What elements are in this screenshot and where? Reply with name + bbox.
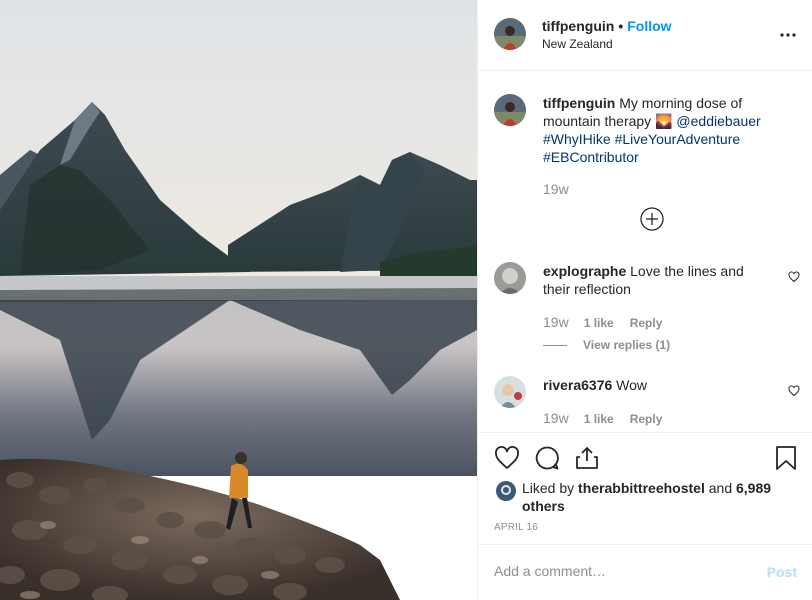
comment-username[interactable]: explographe	[543, 263, 626, 279]
sunrise-emoji: 🌄	[655, 113, 673, 129]
load-more-comments-icon[interactable]	[640, 207, 664, 231]
like-heart-icon[interactable]	[494, 445, 520, 471]
caption-timestamp[interactable]: 19w	[543, 181, 569, 197]
comment-meta: 19w 1 like Reply	[543, 314, 678, 330]
comment-input[interactable]	[494, 563, 734, 579]
comment-username[interactable]: rivera6376	[543, 377, 612, 393]
post-location[interactable]: New Zealand	[542, 37, 613, 51]
caption-mention[interactable]: @eddiebauer	[676, 113, 760, 129]
comment-bubble-icon[interactable]	[534, 445, 560, 471]
caption-username[interactable]: tiffpenguin	[543, 95, 615, 111]
liked-by-middle: and	[704, 480, 736, 496]
author-line: tiffpenguin • Follow	[542, 18, 672, 34]
comment-timestamp[interactable]: 19w	[543, 314, 569, 330]
view-replies-button[interactable]: View replies (1)	[543, 338, 670, 352]
comment-like-heart-icon[interactable]	[788, 271, 800, 283]
post-sidebar: tiffpenguin • Follow New Zealand tiffpengu…	[477, 0, 812, 600]
post-viewer: tiffpenguin • Follow New Zealand tiffpengu…	[0, 0, 812, 600]
author-username[interactable]: tiffpenguin	[542, 18, 614, 34]
add-comment-bar: Post	[478, 544, 812, 600]
liker-avatar[interactable]	[496, 481, 516, 501]
comment-avatar[interactable]	[494, 376, 526, 408]
comment-likes-count[interactable]: 1 like	[584, 316, 614, 330]
follow-button[interactable]: Follow	[627, 18, 671, 34]
comment-body: Wow	[612, 377, 648, 393]
comment-reply-button[interactable]: Reply	[630, 412, 663, 426]
share-upload-icon[interactable]	[574, 445, 600, 471]
hashtag-liveyouradventure[interactable]: #LiveYourAdventure	[615, 131, 741, 147]
comment-like-heart-icon[interactable]	[788, 385, 800, 397]
comment-text: explographe Love the lines and their ref…	[543, 262, 768, 298]
comment-reply-button[interactable]: Reply	[630, 316, 663, 330]
caption-text: tiffpenguin My morning dose of mountain …	[543, 94, 783, 166]
more-horizontal-icon[interactable]	[779, 26, 797, 44]
separator-dot: •	[618, 18, 624, 34]
comment-meta: 19w 1 like Reply	[543, 410, 678, 426]
author-avatar[interactable]	[494, 18, 526, 50]
post-actions: Liked by therabbittreehostel and 6,989 o…	[478, 432, 812, 544]
mountain-lake-photo	[0, 0, 477, 600]
liker-username[interactable]: therabbittreehostel	[578, 480, 705, 496]
comment-timestamp[interactable]: 19w	[543, 410, 569, 426]
replies-divider-line	[543, 344, 567, 346]
comment-text: rivera6376 Wow	[543, 376, 768, 394]
post-comment-button[interactable]: Post	[767, 564, 797, 580]
likes-summary: Liked by therabbittreehostel and 6,989 o…	[522, 479, 792, 515]
post-photo[interactable]	[0, 0, 477, 600]
comment-likes-count[interactable]: 1 like	[584, 412, 614, 426]
hashtag-ebcontributor[interactable]: #EBContributor	[543, 149, 639, 165]
hashtag-whyihike[interactable]: #WhyIHike	[543, 131, 611, 147]
post-header: tiffpenguin • Follow New Zealand	[478, 0, 812, 71]
caption-avatar[interactable]	[494, 94, 526, 126]
comment-avatar[interactable]	[494, 262, 526, 294]
bookmark-save-icon[interactable]	[773, 445, 799, 471]
liked-by-prefix: Liked by	[522, 480, 579, 496]
view-replies-label: View replies (1)	[583, 338, 671, 352]
post-date[interactable]: APRIL 16	[494, 522, 538, 533]
